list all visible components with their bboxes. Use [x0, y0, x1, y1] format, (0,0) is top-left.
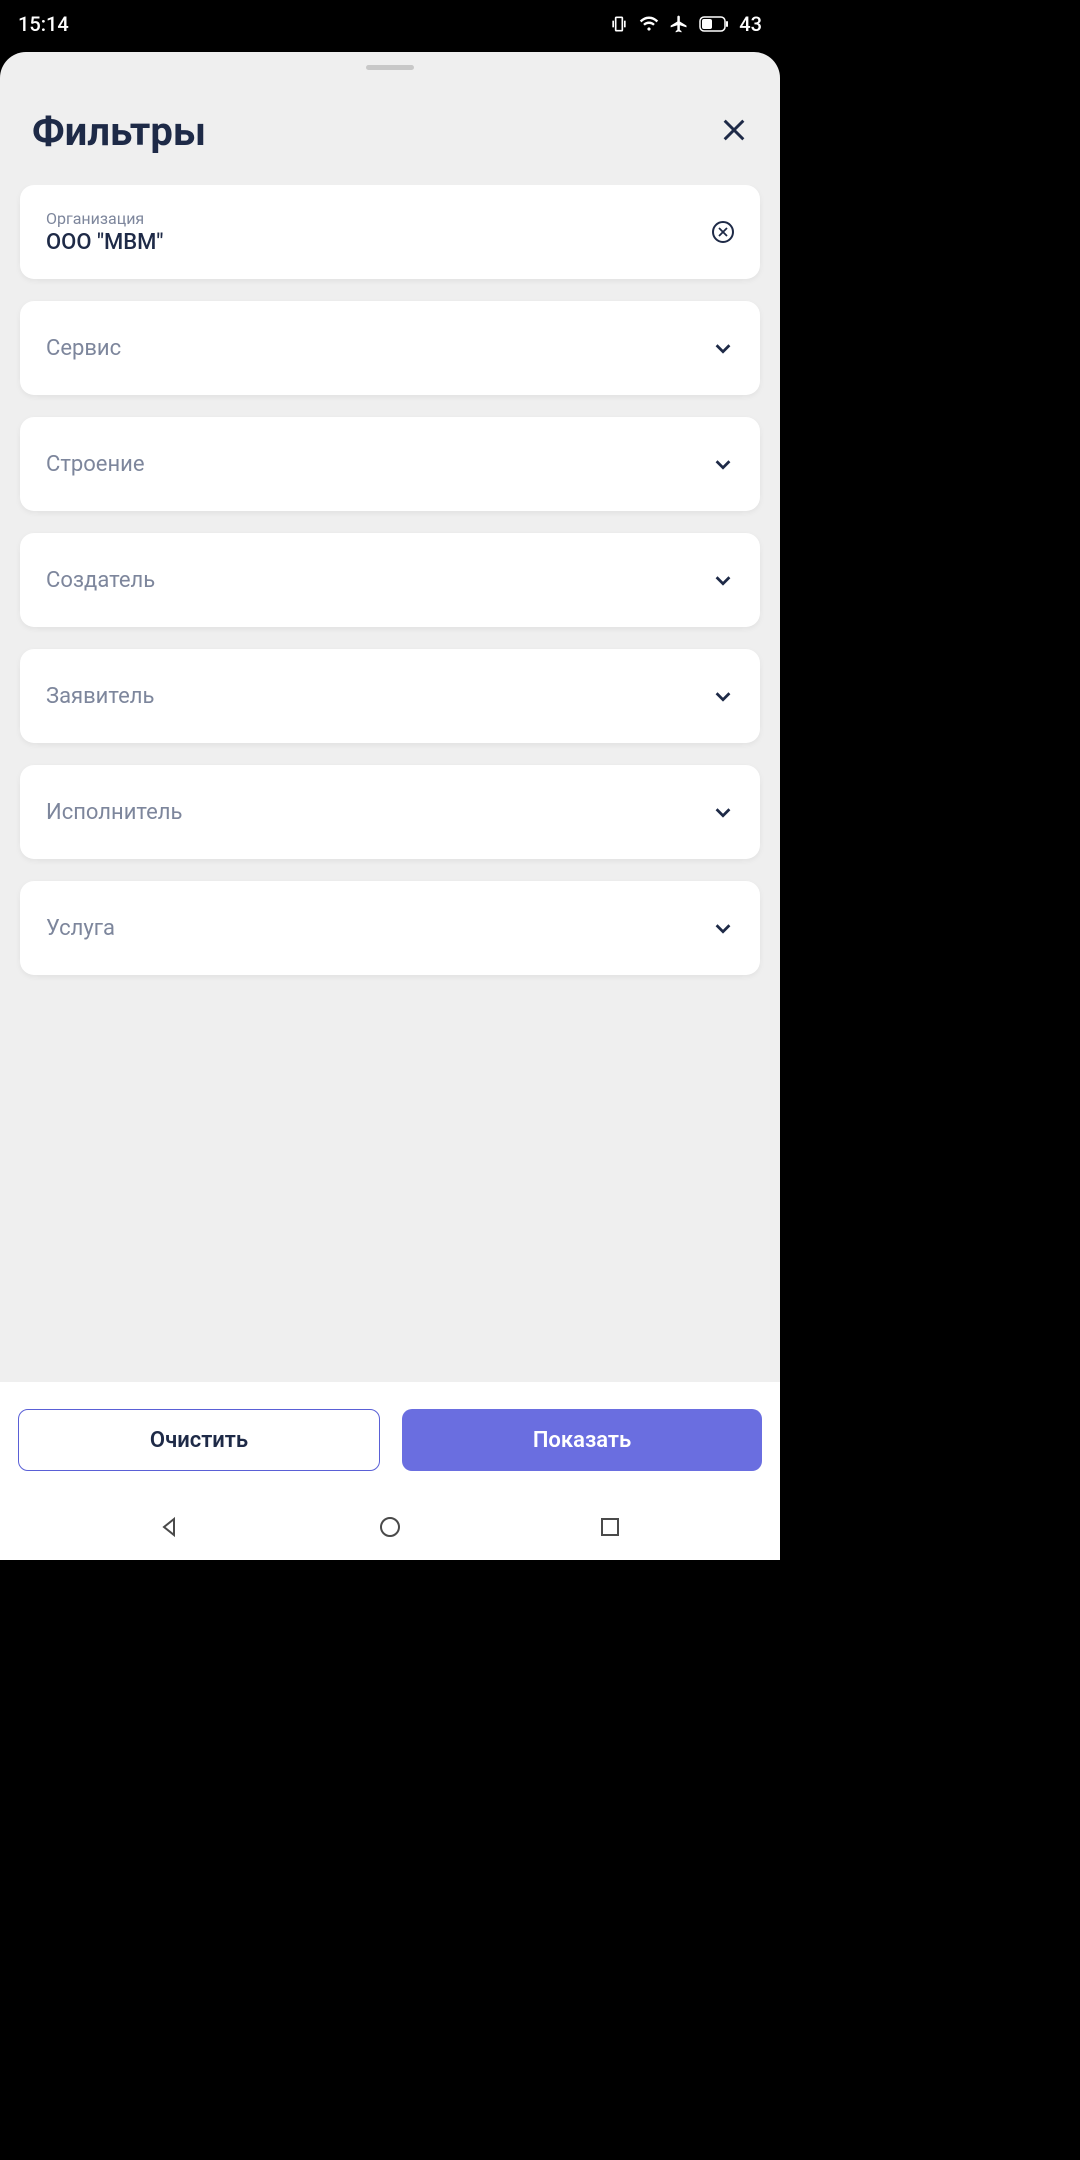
filters-list: Организация ООО "МВМ" Сервис Строение Со… — [0, 185, 780, 1498]
nav-recents-button[interactable] — [598, 1515, 622, 1543]
filter-organization[interactable]: Организация ООО "МВМ" — [20, 185, 760, 279]
battery-icon — [699, 16, 729, 32]
filter-label: Строение — [46, 452, 145, 477]
chevron-down-icon — [712, 337, 734, 359]
filter-applicant[interactable]: Заявитель — [20, 649, 760, 743]
page-title: Фильтры — [32, 108, 206, 155]
filter-label: Организация — [46, 209, 163, 228]
sheet-header: Фильтры — [0, 70, 780, 185]
status-icons: 43 — [609, 12, 762, 36]
close-icon — [720, 116, 748, 144]
filter-building[interactable]: Строение — [20, 417, 760, 511]
airplane-icon — [669, 14, 689, 34]
status-bar: 15:14 43 — [0, 0, 780, 48]
filter-label: Исполнитель — [46, 800, 182, 825]
chevron-down-icon — [712, 685, 734, 707]
filter-executor[interactable]: Исполнитель — [20, 765, 760, 859]
clear-x-icon — [718, 227, 728, 237]
show-button[interactable]: Показать — [402, 1409, 762, 1471]
nav-home-button[interactable] — [378, 1515, 402, 1543]
filter-service-type[interactable]: Услуга — [20, 881, 760, 975]
status-time: 15:14 — [18, 12, 69, 36]
nav-back-icon — [158, 1515, 182, 1539]
filter-service[interactable]: Сервис — [20, 301, 760, 395]
vibrate-icon — [609, 14, 629, 34]
clear-button[interactable]: Очистить — [18, 1409, 380, 1471]
action-bar: Очистить Показать — [0, 1382, 780, 1498]
filter-value: ООО "МВМ" — [46, 230, 163, 255]
system-nav-bar — [0, 1498, 780, 1560]
chevron-down-icon — [712, 453, 734, 475]
close-button[interactable] — [720, 116, 748, 148]
filter-creator[interactable]: Создатель — [20, 533, 760, 627]
chevron-down-icon — [712, 569, 734, 591]
filter-label: Услуга — [46, 916, 115, 941]
filters-sheet: Фильтры Организация ООО "МВМ" Сервис Стр… — [0, 52, 780, 1498]
wifi-icon — [639, 14, 659, 34]
filter-label: Заявитель — [46, 684, 154, 709]
chevron-down-icon — [712, 917, 734, 939]
clear-field-button[interactable] — [712, 221, 734, 243]
nav-back-button[interactable] — [158, 1515, 182, 1543]
filter-label: Создатель — [46, 568, 155, 593]
nav-home-icon — [378, 1515, 402, 1539]
filter-label: Сервис — [46, 336, 121, 361]
battery-percent: 43 — [739, 12, 762, 36]
chevron-down-icon — [712, 801, 734, 823]
nav-recents-icon — [598, 1515, 622, 1539]
